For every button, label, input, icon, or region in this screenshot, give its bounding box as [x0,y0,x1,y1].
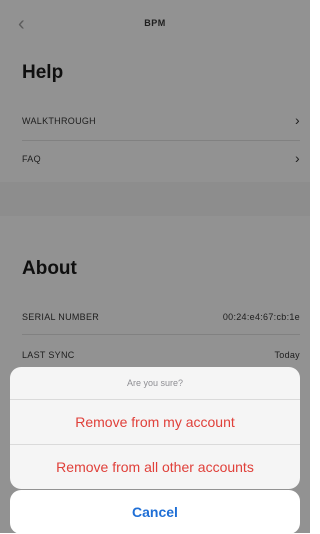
action-sheet-title: Are you sure? [10,367,300,400]
remove-from-my-account-button[interactable]: Remove from my account [10,400,300,445]
action-sheet: Are you sure? Remove from my account Rem… [10,367,300,489]
cancel-button[interactable]: Cancel [10,490,300,534]
remove-from-all-other-accounts-button[interactable]: Remove from all other accounts [10,445,300,489]
